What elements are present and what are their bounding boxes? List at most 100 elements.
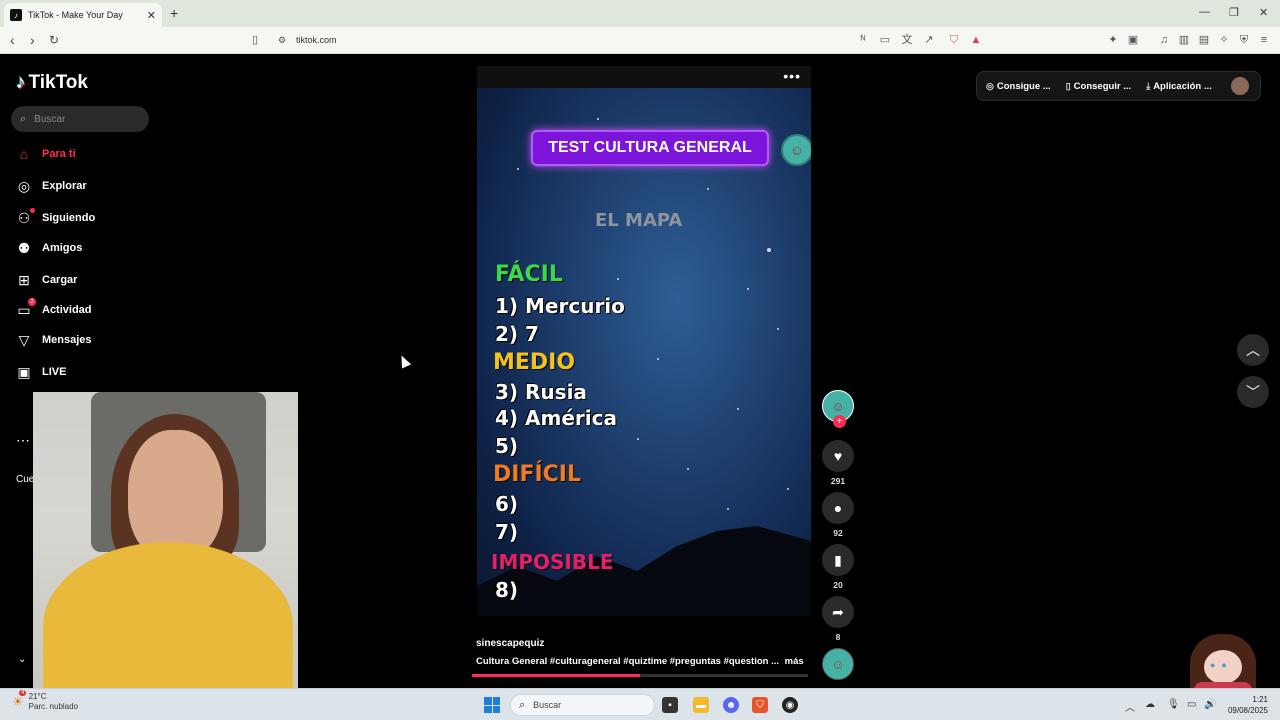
activity-icon: ▭ 2 — [16, 298, 36, 318]
video-frame[interactable]: TEST CULTURA GENERAL ☺ EL MAPA FÁCIL 1) … — [477, 88, 811, 616]
tiktok-logo[interactable]: ♪ TikTok — [16, 72, 88, 94]
maximize-icon[interactable]: ❐ — [1229, 6, 1239, 19]
desktop-app-button[interactable]: ⤓ Aplicación ... — [1146, 81, 1212, 92]
video-author[interactable]: sinescapequiz — [476, 638, 544, 649]
sidebar-item-actividad[interactable]: ▭ 2 Actividad — [16, 298, 156, 318]
search-input[interactable]: ⌕ Buscar — [11, 106, 149, 132]
answer-7: 7) — [495, 520, 519, 544]
sidebar-item-mensajes[interactable]: ▽ Mensajes — [16, 332, 156, 348]
profile-avatar[interactable] — [1230, 77, 1249, 95]
quiz-banner: TEST CULTURA GENERAL — [531, 130, 769, 166]
weather-widget[interactable]: ☀ 4 21°C Parc. nublado — [12, 690, 78, 712]
taskbar-search-placeholder: Buscar — [533, 700, 562, 710]
site-info-icon[interactable]: ⚙ — [276, 34, 288, 46]
sidebar-item-para-ti[interactable]: ⌂ Para ti — [16, 146, 156, 162]
weather-temp: 21°C — [28, 692, 47, 701]
answer-5: 5) — [495, 434, 519, 458]
previous-video-button[interactable]: ︿ — [1237, 334, 1269, 366]
chevron-down-icon[interactable]: ⌄ — [18, 654, 26, 665]
heart-icon: ♥ — [833, 448, 843, 464]
sidebar-item-label: LIVE — [42, 366, 67, 378]
taskbar-search[interactable]: ⌕ Buscar — [510, 694, 655, 716]
discord-icon[interactable]: ☻ — [723, 697, 739, 713]
brave-shield-icon[interactable]: ⛉ — [948, 34, 960, 46]
minimize-icon[interactable]: — — [1199, 6, 1210, 18]
share-button[interactable]: ➦ — [822, 596, 854, 628]
tiktok-note-icon: ♪ — [16, 72, 26, 93]
get-app-button[interactable]: ▯ Conseguir ... — [1066, 81, 1132, 92]
obs-icon[interactable]: ◉ — [782, 697, 798, 713]
back-icon[interactable]: ‹ — [10, 32, 15, 48]
sidebar-item-cargar[interactable]: ⊞ Cargar — [16, 272, 156, 288]
system-clock[interactable]: 1:21 09/08/2025 — [1224, 694, 1268, 716]
menu-icon[interactable]: ≡ — [1258, 34, 1270, 46]
sidebar-item-explorar[interactable]: ◎ Explorar — [16, 178, 156, 194]
no-translate-icon[interactable]: ᴺ — [857, 34, 869, 46]
browser-tab[interactable]: ♪ TikTok - Make Your Day ✕ — [4, 3, 162, 27]
wallet2-icon[interactable]: ▤ — [1198, 34, 1210, 46]
brave-browser-icon[interactable]: ⛉ — [752, 697, 768, 713]
level-hard: DIFÍCIL — [493, 462, 582, 487]
desktop-app-label: Aplicación ... — [1153, 80, 1212, 92]
video-player[interactable]: ••• TEST CULTURA GENERAL ☺ EL MAPA FÁCIL… — [477, 66, 811, 678]
task-view-icon[interactable]: ▪ — [662, 697, 678, 713]
onedrive-icon[interactable]: ☁ — [1145, 699, 1155, 710]
sidebar-item-live[interactable]: ▣ LIVE — [16, 364, 156, 380]
tray-expand-icon[interactable]: ︿ — [1125, 699, 1135, 714]
comment-button[interactable]: ● — [822, 492, 854, 524]
sidebar-toggle-icon[interactable]: ▥ — [1178, 34, 1190, 46]
share-icon[interactable]: ↗ — [923, 34, 935, 46]
reload-icon[interactable]: ↻ — [49, 33, 59, 47]
windows-start-icon[interactable] — [484, 697, 500, 713]
translate-icon[interactable]: 文 — [901, 34, 913, 46]
media-icon[interactable]: ♫ — [1158, 34, 1170, 46]
next-video-button[interactable]: ﹀ — [1237, 376, 1269, 408]
leo-icon[interactable]: ✧ — [1218, 34, 1230, 46]
like-button[interactable]: ♥ — [822, 440, 854, 472]
tiktok-favicon-icon: ♪ — [10, 9, 22, 21]
creator-avatar[interactable]: ☺ + — [822, 390, 854, 428]
close-tab-icon[interactable]: ✕ — [147, 9, 156, 22]
sidebar-item-siguiendo[interactable]: ⚇ Siguiendo — [16, 208, 156, 226]
get-coins-button[interactable]: ◎ Consigue ... — [986, 81, 1051, 92]
video-progress-bar[interactable] — [472, 674, 808, 677]
logo-text: TikTok — [28, 72, 88, 93]
follow-plus-icon[interactable]: + — [833, 415, 846, 428]
volume-icon[interactable]: 🔊 — [1204, 699, 1216, 710]
address-bar: ‹ › ↻ ▯ ⚙ tiktok.com ᴺ ▭ 文 ↗ ⛉ ▲ ✦ ▣ ♫ ▥… — [0, 27, 1280, 54]
save-button[interactable]: ▮ — [822, 544, 854, 576]
more-link[interactable]: más — [785, 656, 804, 667]
microphone-icon[interactable]: 🎙 — [1167, 699, 1180, 710]
sidebar-item-label: Para ti — [42, 148, 76, 160]
progress-fill — [472, 674, 640, 677]
forward-icon[interactable]: › — [30, 32, 35, 48]
quiz-subtitle: EL MAPA — [595, 210, 683, 231]
more-options-icon[interactable]: ••• — [783, 68, 801, 84]
clock-time: 1:21 — [1252, 695, 1268, 704]
close-window-icon[interactable]: ✕ — [1259, 6, 1268, 19]
sidebar-item-amigos[interactable]: ⚉ Amigos — [16, 240, 156, 256]
vpn-icon[interactable]: ⛨ — [1238, 34, 1250, 46]
sidebar-item-label: Cargar — [42, 274, 78, 286]
answer-3: 3) Rusia — [495, 380, 587, 404]
bookmark-icon[interactable]: ▯ — [249, 34, 261, 46]
wallet-icon[interactable]: ▣ — [1127, 34, 1139, 46]
phone-icon: ▯ — [1065, 80, 1071, 91]
level-easy: FÁCIL — [495, 262, 563, 287]
sticker-eyes: ●● — [1210, 660, 1233, 670]
new-tab-icon[interactable]: + — [170, 5, 178, 21]
more-options-icon[interactable]: ⋯ — [16, 432, 30, 449]
home-icon: ⌂ — [19, 146, 29, 162]
brave-rewards-icon[interactable]: ▲ — [970, 34, 982, 46]
cast-icon[interactable]: ▭ — [879, 34, 891, 46]
answer-1: 1) Mercurio — [495, 294, 625, 318]
music-disc-avatar[interactable]: ☺ — [822, 648, 854, 680]
sidebar-item-label: Amigos — [42, 242, 83, 254]
chevron-up-icon: ︿ — [1246, 342, 1260, 358]
url-field[interactable]: tiktok.com — [296, 35, 337, 45]
network-icon[interactable]: ▭ — [1187, 699, 1196, 710]
file-explorer-icon[interactable]: ▬ — [693, 697, 709, 713]
streamer-avatar-sticker: ●● — [1190, 634, 1256, 696]
caption-text: Cultura General #culturageneral #quiztim… — [476, 656, 780, 667]
extensions-icon[interactable]: ✦ — [1107, 34, 1119, 46]
